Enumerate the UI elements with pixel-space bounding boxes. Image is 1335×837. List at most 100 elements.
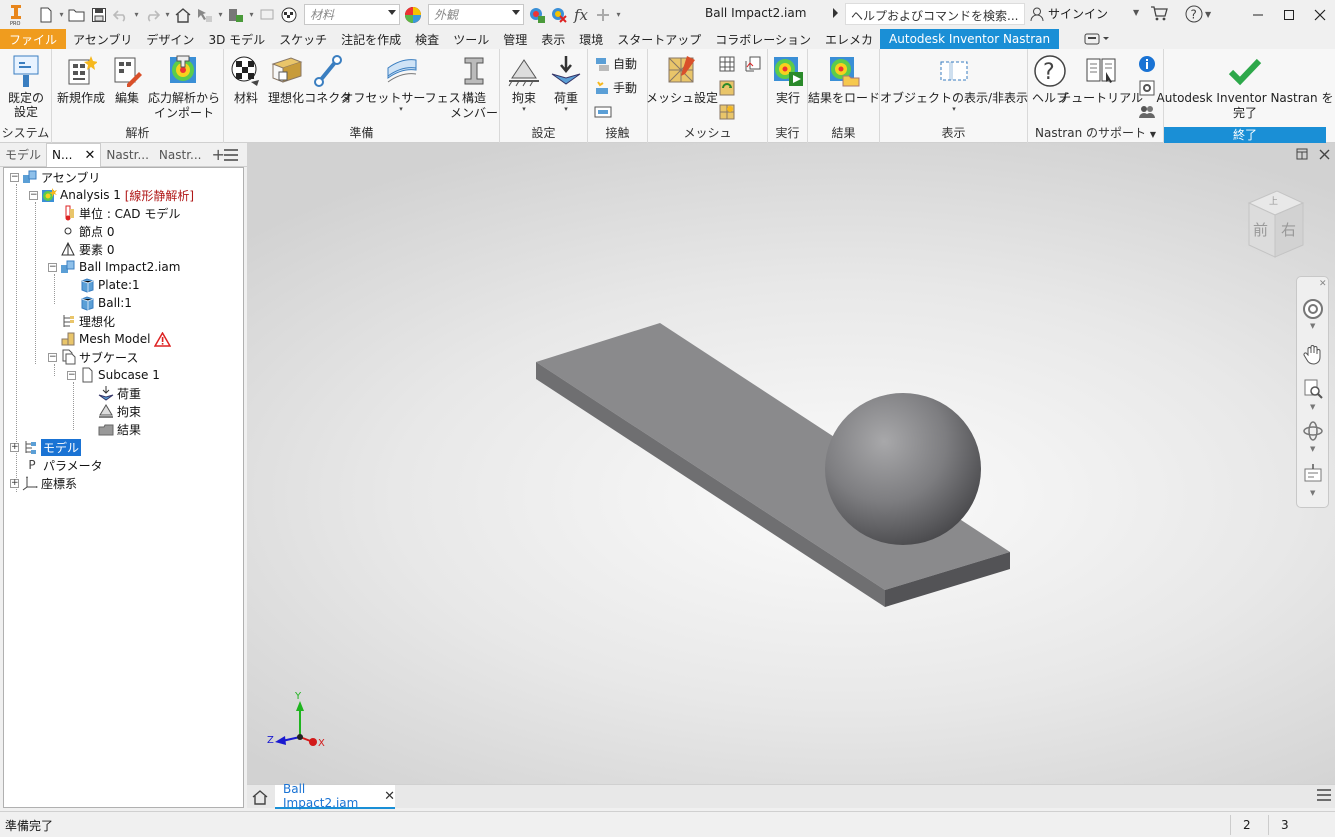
home-tab-icon[interactable] [249, 786, 271, 807]
tree-item-elements[interactable]: 要素 0 [60, 240, 114, 258]
material-button[interactable]: 材料 [228, 53, 264, 106]
tree-item-load[interactable]: 荷重 [98, 384, 141, 402]
offset-surface-button[interactable]: オフセットサーフェス ▾ [341, 53, 461, 113]
adjust-appearance-icon[interactable] [526, 4, 548, 26]
close-navbar-icon[interactable]: ✕ [1319, 279, 1327, 289]
browser-tab-nastran-2[interactable]: Nastr... [101, 143, 154, 167]
mesh-local-icon[interactable] [716, 101, 738, 123]
chevron-down-icon[interactable]: ▾ [216, 4, 225, 26]
tree-item-constraint[interactable]: 拘束 [98, 402, 141, 420]
chevron-down-icon[interactable] [512, 10, 520, 15]
pan-hand-icon[interactable] [1301, 342, 1325, 366]
chevron-down-icon[interactable]: ▾ [247, 4, 256, 26]
help-question-button[interactable]: ? ▼ [1185, 5, 1211, 23]
show-hide-objects-button[interactable]: オブジェクトの表示/非表示 ▾ [880, 53, 1028, 113]
ribbon-display-toggle[interactable] [1077, 29, 1117, 49]
import-stress-button[interactable]: 応力解析から インポート [148, 53, 220, 121]
collapse-toggle-icon[interactable]: − [67, 370, 76, 380]
clear-appearance-icon[interactable] [548, 4, 570, 26]
tree-item-plate[interactable]: Plate:1 [79, 276, 140, 294]
select-filter-icon[interactable] [194, 4, 216, 26]
material-combo[interactable]: 材料 [304, 4, 400, 25]
tree-item-coord-system[interactable]: + 座標系 [10, 474, 77, 492]
chevron-down-icon[interactable]: ▼ [1310, 445, 1315, 453]
mesh-convergence-icon[interactable] [742, 53, 764, 75]
redo-icon[interactable] [141, 4, 163, 26]
tab-environments[interactable]: 環境 [572, 29, 610, 49]
tab-collaborate[interactable]: コラボレーション [708, 29, 818, 49]
view-cube[interactable]: 上 前 右 [1235, 185, 1315, 265]
structural-member-button[interactable]: 構造 メンバー [450, 53, 498, 121]
close-icon[interactable] [1304, 0, 1335, 29]
chevron-down-icon[interactable]: ▼ [1310, 403, 1315, 411]
minimize-icon[interactable] [1242, 0, 1273, 29]
close-tab-icon[interactable]: ✕ [84, 148, 95, 163]
mesh-table-icon[interactable] [716, 53, 738, 75]
home-view-icon[interactable] [172, 4, 194, 26]
mesh-settings-button[interactable]: メッシュ設定 [646, 53, 718, 106]
tab-manage[interactable]: 管理 [496, 29, 534, 49]
chevron-down-icon[interactable]: ▾ [57, 4, 66, 26]
tree-item-model[interactable]: + モデル [10, 438, 82, 456]
hamburger-menu-icon[interactable] [224, 149, 238, 161]
chevron-down-icon[interactable]: ▾ [132, 4, 141, 26]
contact-table-icon[interactable] [592, 101, 614, 123]
browser-tab-nastran[interactable]: N... ✕ [46, 142, 102, 167]
edit-analysis-button[interactable]: 編集 [110, 53, 144, 106]
tree-item-subcase1[interactable]: − Subcase 1 [67, 366, 160, 384]
cart-icon[interactable] [1150, 5, 1168, 21]
finish-nastran-button[interactable]: Autodesk Inventor Nastran を 完了 [1157, 53, 1333, 121]
open-folder-icon[interactable] [66, 4, 88, 26]
collapse-toggle-icon[interactable]: − [10, 172, 19, 182]
tab-electromechanical[interactable]: エレメカ [818, 29, 880, 49]
maximize-icon[interactable] [1273, 0, 1304, 29]
chevron-down-icon[interactable]: ▾ [163, 4, 172, 26]
customize-chevron-icon[interactable]: ▾ [614, 4, 623, 26]
tab-assembly[interactable]: アセンブリ [66, 29, 139, 49]
tab-view[interactable]: 表示 [534, 29, 572, 49]
mesh-refresh-icon[interactable] [716, 77, 738, 99]
chevron-down-icon[interactable]: ▼ [1133, 8, 1139, 17]
steering-wheel-icon[interactable] [1301, 297, 1325, 321]
tab-annotate[interactable]: 注記を作成 [334, 29, 408, 49]
expand-arrow-icon[interactable] [833, 8, 838, 18]
tree-item-assembly[interactable]: − アセンブリ [10, 168, 100, 186]
collapse-toggle-icon[interactable]: − [29, 190, 38, 200]
tab-inventor-nastran[interactable]: Autodesk Inventor Nastran [880, 29, 1060, 49]
material-sphere-icon[interactable] [278, 4, 300, 26]
tree-item-model-file[interactable]: − Ball Impact2.iam [48, 258, 180, 276]
save-icon[interactable] [88, 4, 110, 26]
tab-sketch[interactable]: スケッチ [272, 29, 334, 49]
orbit-icon[interactable] [1301, 419, 1325, 443]
chevron-down-icon[interactable] [388, 10, 396, 15]
community-users-icon[interactable] [1136, 101, 1158, 123]
appearance-color-icon[interactable] [402, 4, 424, 26]
browser-tab-nastran-3[interactable]: Nastr... [154, 143, 207, 167]
tab-inspect[interactable]: 検査 [408, 29, 446, 49]
tab-design[interactable]: デザイン [139, 29, 201, 49]
tree-item-mesh-model[interactable]: Mesh Model [60, 330, 172, 348]
auto-contact-button[interactable]: 自動 [594, 55, 637, 72]
plus-icon[interactable] [592, 4, 614, 26]
tree-item-units[interactable]: 単位 : CAD モデル [60, 204, 180, 222]
collapse-toggle-icon[interactable]: − [48, 352, 57, 362]
new-analysis-button[interactable]: 新規作成 [56, 53, 106, 106]
info-icon[interactable] [1136, 53, 1158, 75]
chevron-down-icon[interactable]: ▼ [1310, 489, 1315, 497]
expand-toggle-icon[interactable]: + [10, 478, 19, 488]
load-button[interactable]: 荷重 ▾ [546, 53, 586, 113]
document-menu-icon[interactable] [1317, 789, 1331, 801]
constraint-button[interactable]: 拘束 ▾ [504, 53, 544, 113]
load-results-button[interactable]: 結果をロード [808, 53, 880, 106]
ball[interactable] [825, 393, 981, 545]
chevron-down-icon[interactable]: ▼ [1310, 322, 1315, 330]
tree-item-nodes[interactable]: 節点 0 [60, 222, 114, 240]
look-at-icon[interactable] [1301, 462, 1325, 486]
idealize-button[interactable]: 理想化 [266, 53, 306, 106]
tutorial-button[interactable]: チュートリアル [1059, 53, 1143, 106]
close-document-icon[interactable]: ✕ [384, 789, 395, 804]
inventor-logo-icon[interactable]: PRO [5, 4, 27, 26]
run-button[interactable]: 実行 [770, 53, 806, 106]
fx-parameters-icon[interactable]: fx [570, 4, 592, 26]
tab-3d-model[interactable]: 3D モデル [201, 29, 272, 49]
